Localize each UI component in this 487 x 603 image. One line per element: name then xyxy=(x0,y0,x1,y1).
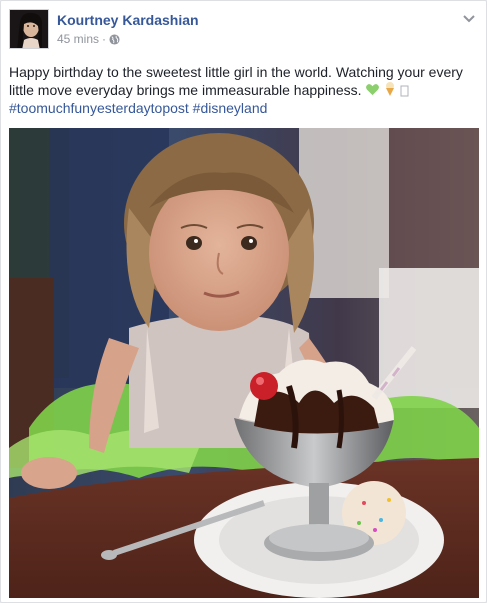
unknown-glyph-icon xyxy=(400,85,409,97)
post-timestamp[interactable]: 45 mins xyxy=(57,32,99,46)
post-text: Happy birthday to the sweetest little gi… xyxy=(9,63,481,117)
post-photo[interactable] xyxy=(9,128,479,598)
ice-cream-cone-icon xyxy=(386,82,395,96)
globe-icon[interactable] xyxy=(109,33,120,45)
post-header: Kourtney Kardashian 45 mins · xyxy=(9,9,478,51)
meta-separator: · xyxy=(102,32,107,46)
post-meta: 45 mins · xyxy=(57,32,120,46)
author-avatar[interactable] xyxy=(9,9,49,49)
author-name-link[interactable]: Kourtney Kardashian xyxy=(57,12,199,28)
chevron-down-icon[interactable] xyxy=(462,11,476,25)
green-heart-icon xyxy=(366,84,380,96)
hashtag-link[interactable]: #toomuchfunyesterdaytopost xyxy=(9,100,189,116)
facebook-post-card: Kourtney Kardashian 45 mins · Happy birt… xyxy=(0,0,487,603)
hashtag-link[interactable]: #disneyland xyxy=(193,100,268,116)
